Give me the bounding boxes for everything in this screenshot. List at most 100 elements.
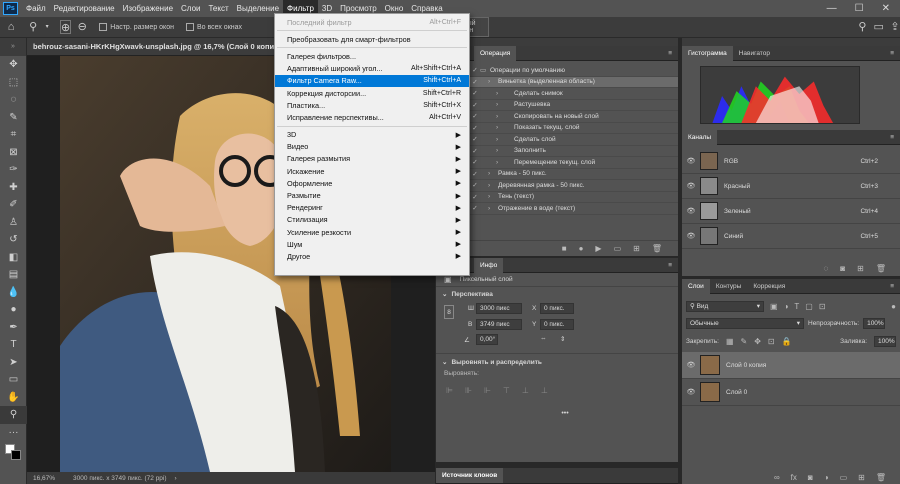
tab-layers[interactable]: Слои <box>682 278 710 294</box>
zoom-tool-icon[interactable]: ⚲ <box>0 406 27 424</box>
link-icon[interactable]: 8 <box>444 305 454 319</box>
panel-menu-icon[interactable]: ≡ <box>668 262 678 269</box>
panel-menu-icon[interactable]: ≡ <box>890 134 900 141</box>
chevron-right-icon[interactable]: › <box>496 101 506 108</box>
pen-tool-icon[interactable]: ✒ <box>0 319 27 337</box>
filter-adjust-icon[interactable]: ◑ <box>784 302 789 311</box>
color-swatches-icon[interactable] <box>0 441 27 463</box>
resize-windows-checkbox[interactable] <box>99 23 108 31</box>
trash-icon[interactable]: 🗑 <box>652 244 662 253</box>
action-row[interactable]: ✓ › Деревянная рамка - 50 пикс. <box>436 180 678 192</box>
all-windows-option[interactable]: Во всех окнах <box>185 23 242 31</box>
lock-all-icon[interactable]: 🔒 <box>782 337 792 346</box>
layer-filter-select[interactable]: ⚲ Вид ▾ <box>686 300 764 312</box>
eye-icon[interactable]: 👁 <box>682 232 700 240</box>
all-windows-checkbox[interactable] <box>185 23 194 31</box>
chevron-down-icon[interactable]: ⌄ <box>442 358 447 366</box>
dodge-tool-icon[interactable]: ● <box>0 301 27 319</box>
filter-menu-item[interactable]: Шум ▶ <box>275 238 469 250</box>
menu-0[interactable]: Файл <box>22 0 50 17</box>
eye-icon[interactable]: 👁 <box>682 157 700 165</box>
action-toggle-icon[interactable]: ✓ <box>470 204 480 212</box>
workspace-icon[interactable]: ▭ <box>874 20 884 34</box>
align-bottom-icon[interactable]: ⊥ <box>541 386 548 395</box>
new-set-icon[interactable]: ▭ <box>614 244 622 253</box>
channel-row[interactable]: 👁 Зеленый Ctrl+4 <box>682 199 900 224</box>
action-toggle-icon[interactable]: ✓ <box>470 193 480 201</box>
action-toggle-icon[interactable]: ✓ <box>470 135 480 143</box>
path-select-tool-icon[interactable]: ➤ <box>0 354 27 372</box>
action-row[interactable]: ✓ › Тень (текст) <box>436 192 678 203</box>
tab-clone-source[interactable]: Источник клонов <box>436 468 504 483</box>
stop-icon[interactable]: ■ <box>562 244 567 253</box>
panel-menu-icon[interactable]: ≡ <box>890 50 900 57</box>
lock-artboard-icon[interactable]: ⊡ <box>768 337 775 346</box>
minimize-icon[interactable]: — <box>827 3 837 14</box>
action-row[interactable]: ✓ › Заполнить <box>436 146 678 157</box>
zoom-tool-icon[interactable]: ⚲ <box>28 20 38 34</box>
eye-icon[interactable]: 👁 <box>682 182 700 190</box>
align-left-icon[interactable]: ⊫ <box>446 386 453 395</box>
filter-menu-item[interactable]: Рендеринг ▶ <box>275 202 469 214</box>
zoom-in-icon[interactable]: ⊕ <box>59 20 72 34</box>
layer-row[interactable]: 👁 Слой 0 <box>682 379 900 406</box>
filter-menu-item[interactable]: 3D ▶ <box>275 129 469 141</box>
action-toggle-icon[interactable]: ✓ <box>470 147 480 155</box>
folder-icon[interactable]: ▭ <box>480 66 490 74</box>
record-icon[interactable]: ● <box>579 244 584 253</box>
action-toggle-icon[interactable]: ✓ <box>470 124 480 132</box>
panel-menu-icon[interactable]: ≡ <box>668 50 678 57</box>
action-toggle-icon[interactable]: ✓ <box>470 112 480 120</box>
eyedropper-tool-icon[interactable]: ✑ <box>0 161 27 179</box>
chevron-down-icon[interactable]: ⌄ <box>442 290 447 298</box>
action-row[interactable]: ✓ › Показать текущ. слой <box>436 123 678 134</box>
save-selection-icon[interactable]: ◙ <box>840 264 845 273</box>
align-hcenter-icon[interactable]: ⊪ <box>465 386 472 395</box>
lock-position-icon[interactable]: ✥ <box>754 337 761 346</box>
action-toggle-icon[interactable]: ✓ <box>470 101 480 109</box>
chevron-right-icon[interactable]: › <box>496 90 506 97</box>
filter-menu-item[interactable]: Оформление ▶ <box>275 177 469 189</box>
action-row[interactable]: ✓ › Растушевка <box>436 100 678 111</box>
angle-field[interactable]: 0,00° <box>476 334 498 345</box>
action-row[interactable]: ✓ › Перемещение текущ. слой <box>436 157 678 169</box>
trash-icon[interactable]: 🗑 <box>876 473 886 482</box>
filter-menu-item[interactable]: Исправление перспективы... Alt+Ctrl+V <box>275 111 469 123</box>
tab-histogram[interactable]: Гистограмма <box>682 45 733 61</box>
filter-menu-item[interactable]: Искажение ▶ <box>275 165 469 177</box>
new-channel-icon[interactable]: ⊞ <box>857 264 864 273</box>
width-field[interactable]: 3000 пикс <box>476 303 522 314</box>
filter-menu-item[interactable]: Галерея фильтров... <box>275 50 469 62</box>
move-tool-icon[interactable]: ✥ <box>0 56 27 74</box>
tab-navigator[interactable]: Навигатор <box>733 46 776 61</box>
action-toggle-icon[interactable]: ✓ <box>470 78 480 86</box>
align-vcenter-icon[interactable]: ⊥ <box>522 386 529 395</box>
adjustment-layer-icon[interactable]: ◑ <box>824 473 829 482</box>
action-toggle-icon[interactable]: ✓ <box>470 89 480 97</box>
filter-pixel-icon[interactable]: ▣ <box>770 302 778 311</box>
flip-horizontal-icon[interactable]: ⇔ <box>540 335 547 342</box>
filter-menu-item[interactable]: Видео ▶ <box>275 141 469 153</box>
frame-tool-icon[interactable]: ⊠ <box>0 144 27 162</box>
chevron-right-icon[interactable]: › <box>488 78 498 85</box>
action-toggle-icon[interactable]: ✓ <box>470 158 480 166</box>
fill-field[interactable]: 100% <box>874 335 896 347</box>
chevron-right-icon[interactable]: › <box>488 170 498 177</box>
new-group-icon[interactable]: ▭ <box>840 473 848 482</box>
lasso-tool-icon[interactable]: ◌ <box>0 91 27 109</box>
chevron-right-icon[interactable]: › <box>488 193 498 200</box>
more-tools-icon[interactable]: ··· <box>0 424 27 442</box>
layer-mask-icon[interactable]: ◙ <box>808 473 813 482</box>
flip-vertical-icon[interactable]: ⇕ <box>560 335 565 343</box>
layer-row[interactable]: 👁 Слой 0 копия <box>682 352 900 379</box>
menu-3[interactable]: Слои <box>177 0 204 17</box>
blur-tool-icon[interactable]: 💧 <box>0 284 27 302</box>
lock-paint-icon[interactable]: ✎ <box>741 337 748 346</box>
new-action-icon[interactable]: ⊞ <box>633 244 640 253</box>
quick-select-tool-icon[interactable]: ✎ <box>0 109 27 127</box>
trash-icon[interactable]: 🗑 <box>876 264 886 273</box>
filter-menu-item[interactable]: Другое ▶ <box>275 250 469 262</box>
filter-menu-item[interactable]: Адаптивный широкий угол... Alt+Shift+Ctrl… <box>275 63 469 75</box>
filter-menu-item[interactable]: Галерея размытия ▶ <box>275 153 469 165</box>
tab-info[interactable]: Инфо <box>474 257 504 273</box>
